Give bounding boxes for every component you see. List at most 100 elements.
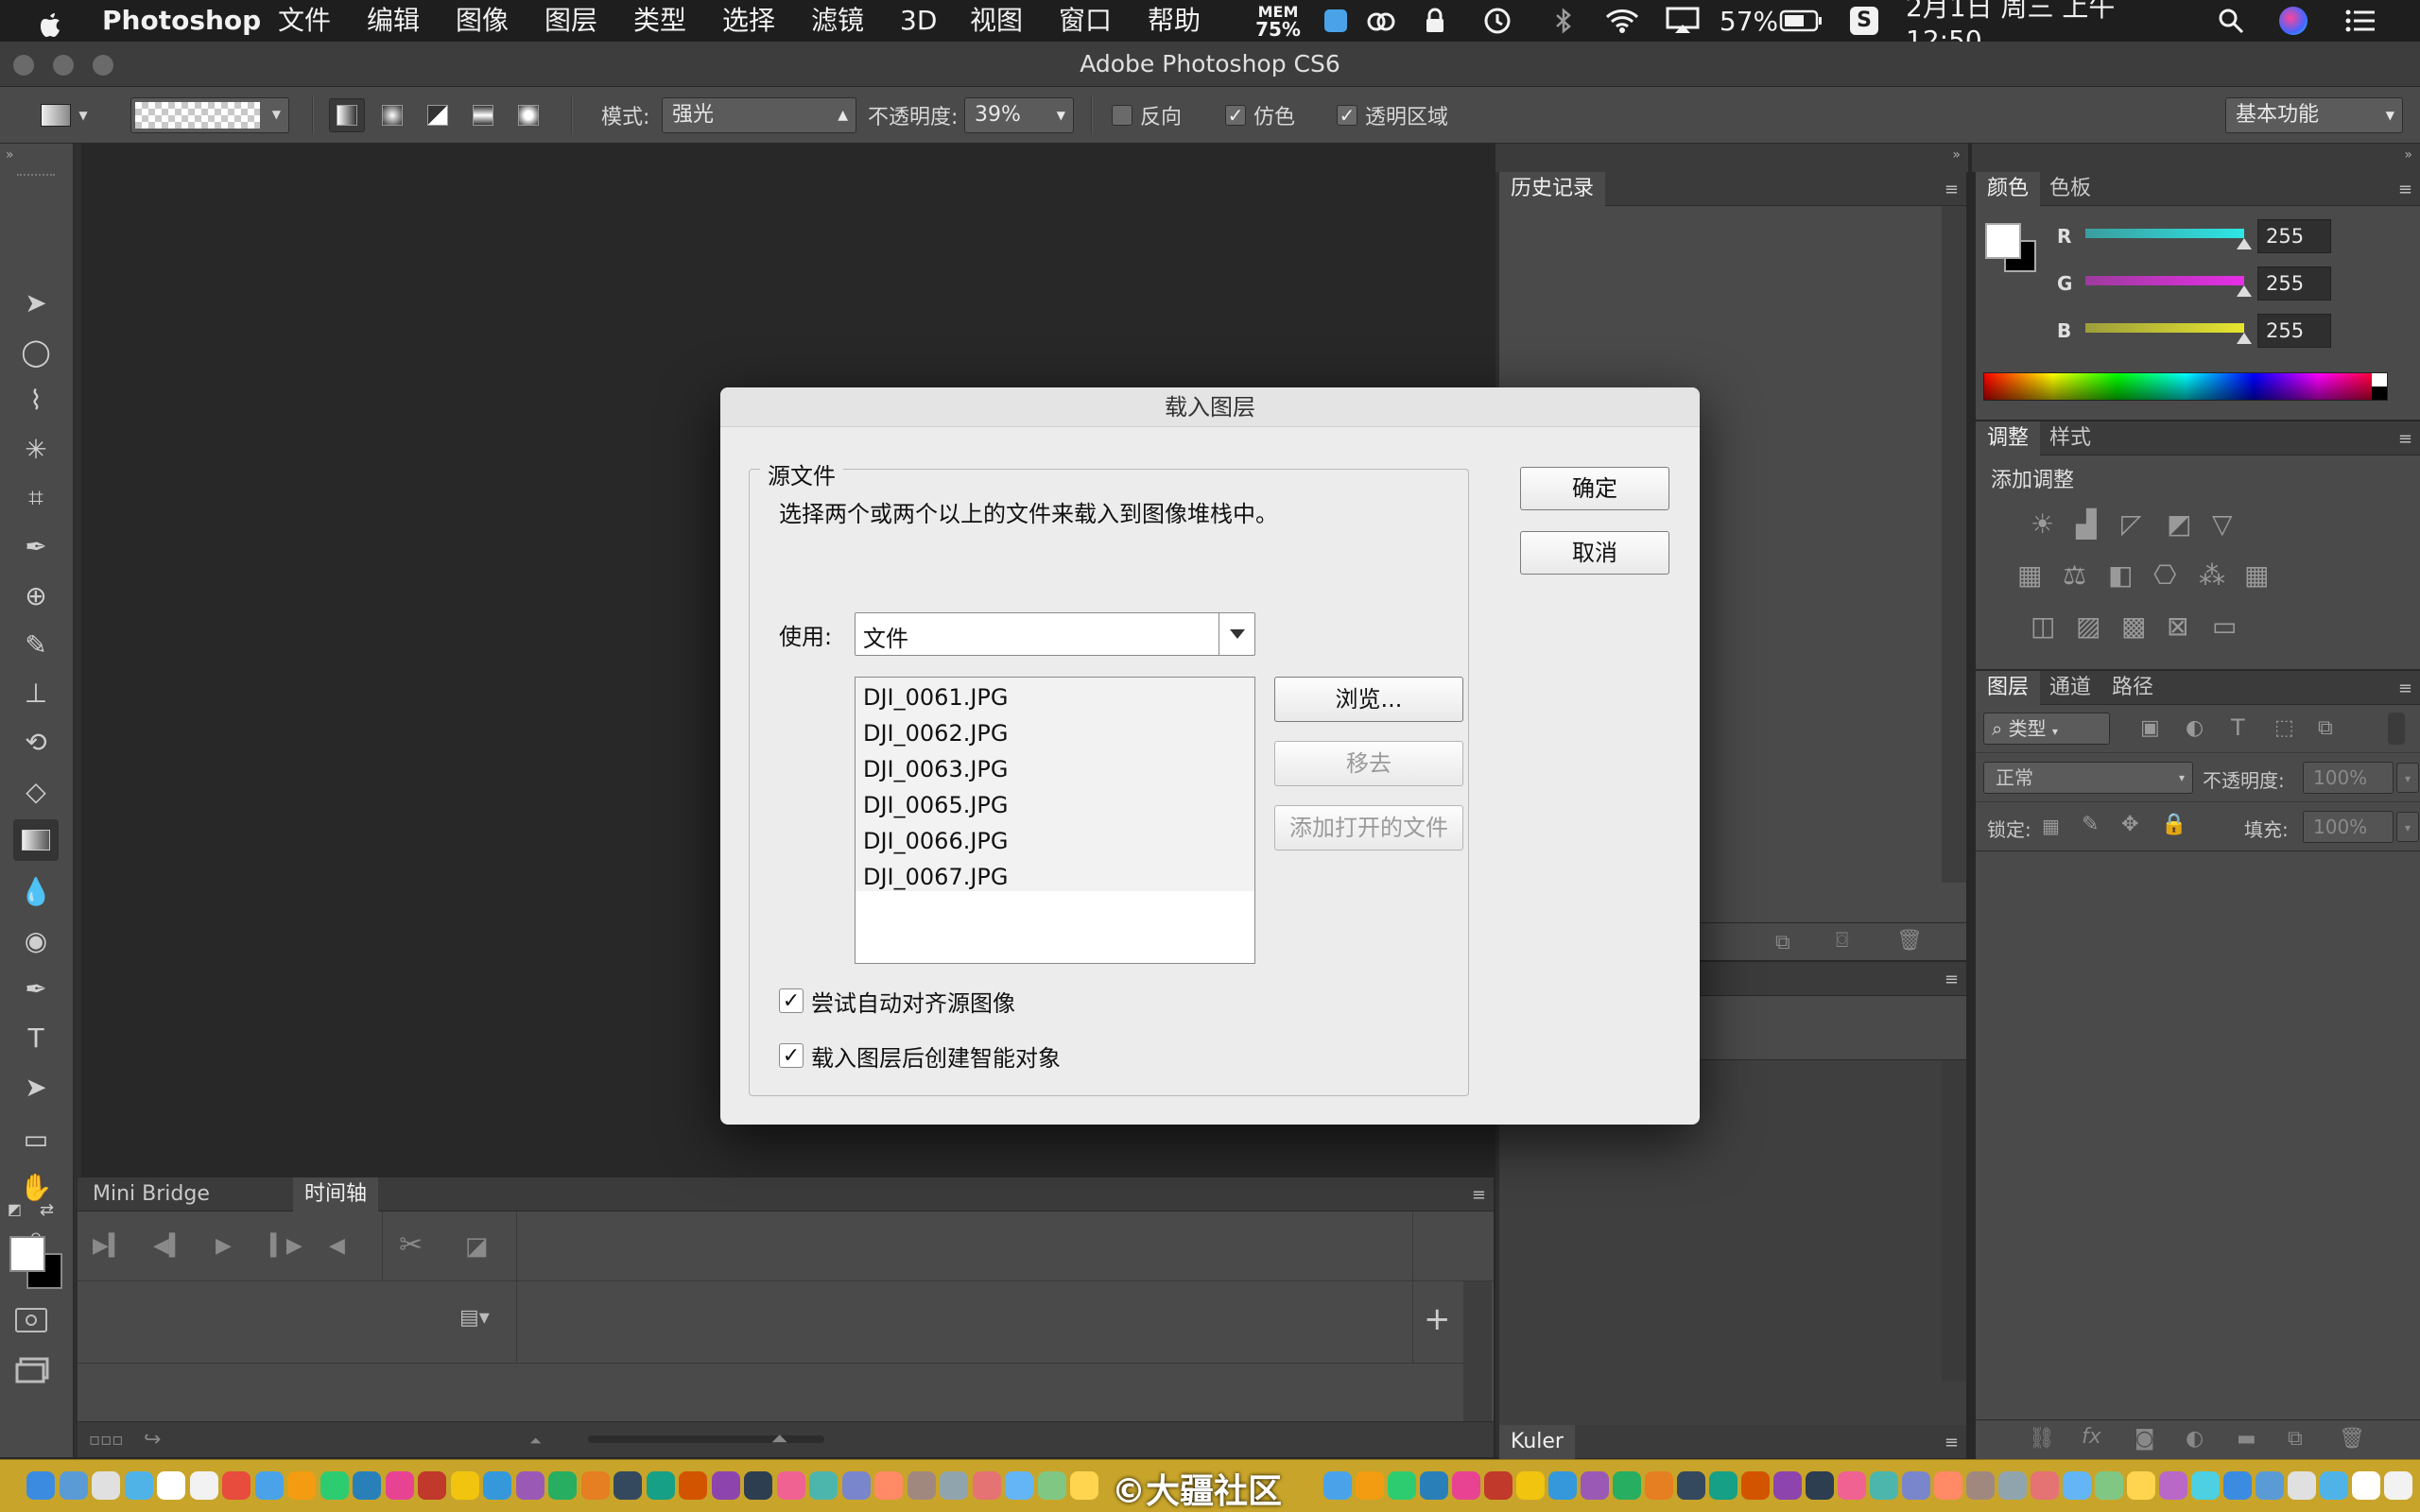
- auto-align-checkbox[interactable]: ✓: [779, 988, 804, 1013]
- dock-app-icon[interactable]: [1037, 1471, 1066, 1500]
- photo-filter-icon[interactable]: ⎔: [2153, 559, 2176, 591]
- transparency-checkbox[interactable]: ✓: [1337, 104, 1357, 127]
- dock-app-icon[interactable]: [614, 1471, 642, 1500]
- channel-value-r[interactable]: 255: [2257, 219, 2331, 253]
- angle-gradient-button[interactable]: [420, 98, 456, 132]
- dock-app-icon[interactable]: [1741, 1471, 1770, 1500]
- gradient-map-icon[interactable]: ▭: [2212, 610, 2237, 642]
- tab-history[interactable]: 历史记录: [1499, 172, 1606, 206]
- transparency-option[interactable]: ✓ 透明区域: [1337, 87, 1448, 144]
- panel-menu-icon[interactable]: ≡: [2398, 180, 2412, 199]
- browse-button[interactable]: 浏览...: [1274, 677, 1463, 722]
- dock-app-icon[interactable]: [1613, 1471, 1641, 1500]
- new-layer-icon[interactable]: ⧉: [2288, 1427, 2303, 1451]
- dock-app-icon[interactable]: [1548, 1471, 1577, 1500]
- mode-select[interactable]: 强光 ▲: [662, 97, 856, 133]
- time-machine-icon[interactable]: [1478, 0, 1516, 42]
- eyedropper-icon[interactable]: ✒: [13, 526, 59, 568]
- dock-app-icon[interactable]: [2320, 1471, 2348, 1500]
- menu-help[interactable]: 帮助: [1148, 0, 1201, 42]
- quick-mask-icon[interactable]: [15, 1308, 47, 1332]
- dock-app-icon[interactable]: [1323, 1471, 1352, 1500]
- battery-icon[interactable]: [1777, 0, 1824, 42]
- dodge-icon[interactable]: ◉: [13, 919, 59, 961]
- use-select[interactable]: 文件: [855, 612, 1255, 656]
- magic-wand-icon[interactable]: ✳: [13, 428, 59, 470]
- filter-adjustment-icon[interactable]: ◐: [2186, 716, 2204, 740]
- remove-button[interactable]: 移去: [1274, 741, 1463, 786]
- render-icon[interactable]: ↪: [144, 1428, 161, 1452]
- reflected-gradient-button[interactable]: [465, 98, 501, 132]
- pen-icon[interactable]: ✒: [13, 969, 59, 1010]
- snapshot-camera-icon[interactable]: ⌼: [1836, 929, 1848, 953]
- radial-gradient-button[interactable]: [374, 98, 410, 132]
- screen-mode-icon[interactable]: [15, 1357, 49, 1383]
- dock-app-icon[interactable]: [1452, 1471, 1480, 1500]
- dock-app-icon[interactable]: [2031, 1471, 2059, 1500]
- file-list-item[interactable]: DJI_0066.JPG: [863, 823, 1009, 859]
- dock-app-icon[interactable]: [679, 1471, 707, 1500]
- color-spectrum-ramp[interactable]: [1983, 372, 2388, 401]
- gradient-picker[interactable]: ▼: [130, 97, 289, 133]
- zoom-slider[interactable]: [588, 1435, 824, 1443]
- channel-slider-r[interactable]: [2085, 229, 2244, 238]
- filter-type-icon[interactable]: T: [2231, 714, 2245, 741]
- tab-adjustments[interactable]: 调整: [1976, 421, 2041, 455]
- file-list[interactable]: DJI_0061.JPG DJI_0062.JPG DJI_0063.JPG DJI_…: [855, 677, 1255, 964]
- finder-status-icon[interactable]: [1322, 0, 1350, 42]
- history-brush-icon[interactable]: ⟲: [13, 722, 59, 764]
- dock-app-icon[interactable]: [2159, 1471, 2187, 1500]
- channel-mixer-icon[interactable]: ⁂: [2199, 559, 2225, 591]
- dock-app-icon[interactable]: [1356, 1471, 1384, 1500]
- menu-window[interactable]: 窗口: [1059, 0, 1112, 42]
- file-list-item[interactable]: DJI_0061.JPG: [863, 679, 1009, 715]
- dock-app-icon[interactable]: [940, 1471, 968, 1500]
- prev-frame-icon[interactable]: ◀▍: [153, 1234, 185, 1258]
- levels-icon[interactable]: ▟: [2076, 508, 2097, 540]
- tool-preset-picker[interactable]: ▼: [36, 98, 93, 132]
- dither-checkbox[interactable]: ✓: [1225, 104, 1246, 127]
- dock-app-icon[interactable]: [2256, 1471, 2284, 1500]
- dock-app-icon[interactable]: [287, 1471, 316, 1500]
- exposure-icon[interactable]: ◩: [2167, 508, 2191, 540]
- lock-all-icon[interactable]: 🔒: [2161, 813, 2187, 836]
- zoom-in-icon[interactable]: ⏶: [771, 1428, 788, 1452]
- dock-app-icon[interactable]: [1870, 1471, 1898, 1500]
- input-source-icon[interactable]: S: [1847, 0, 1881, 42]
- tab-layers[interactable]: 图层: [1976, 671, 2041, 705]
- dock-app-icon[interactable]: [1677, 1471, 1705, 1500]
- dock-app-icon[interactable]: [1934, 1471, 1962, 1500]
- rectangle-icon[interactable]: ▭: [13, 1118, 59, 1160]
- dock-app-icon[interactable]: [1516, 1471, 1545, 1500]
- slider-thumb[interactable]: [2237, 238, 2252, 249]
- linear-gradient-button[interactable]: [329, 98, 365, 132]
- spotlight-search-icon[interactable]: [2212, 0, 2250, 42]
- healing-brush-icon[interactable]: ⊕: [13, 575, 59, 616]
- dock-app-icon[interactable]: [1806, 1471, 1834, 1500]
- add-open-files-button[interactable]: 添加打开的文件: [1274, 805, 1463, 850]
- new-document-from-state-icon[interactable]: ⧉: [1775, 931, 1790, 954]
- swap-colors-icon[interactable]: ⇄: [40, 1200, 54, 1220]
- dock-app-icon[interactable]: [972, 1471, 1001, 1500]
- menu-edit[interactable]: 编辑: [367, 0, 420, 42]
- smart-object-checkbox[interactable]: ✓: [779, 1043, 804, 1068]
- foreground-color-swatch[interactable]: [9, 1236, 45, 1272]
- dock-app-icon[interactable]: [124, 1471, 153, 1500]
- dock-app-icon[interactable]: [1070, 1471, 1098, 1500]
- delete-layer-icon[interactable]: 🗑: [2339, 1427, 2365, 1451]
- menu-layer[interactable]: 图层: [544, 0, 597, 42]
- menu-type[interactable]: 类型: [633, 0, 686, 42]
- panel-menu-icon[interactable]: ≡: [1945, 1433, 1959, 1452]
- clock[interactable]: 2月1日 周三 上午12:50: [1906, 0, 2189, 56]
- dock-app-icon[interactable]: [744, 1471, 772, 1500]
- dock-app-icon[interactable]: [26, 1471, 55, 1500]
- play-icon[interactable]: ▶: [216, 1234, 232, 1258]
- workspace-switcher[interactable]: 基本功能 ▼: [2225, 97, 2403, 133]
- first-frame-icon[interactable]: ▶▍: [93, 1234, 125, 1258]
- path-selection-icon[interactable]: ➤: [13, 1066, 59, 1108]
- dock-app-icon[interactable]: [874, 1471, 903, 1500]
- memory-status[interactable]: MEM 75%: [1250, 0, 1306, 42]
- dock-app-icon[interactable]: [1838, 1471, 1866, 1500]
- dock-app-icon[interactable]: [548, 1471, 577, 1500]
- tab-kuler[interactable]: Kuler: [1499, 1425, 1575, 1459]
